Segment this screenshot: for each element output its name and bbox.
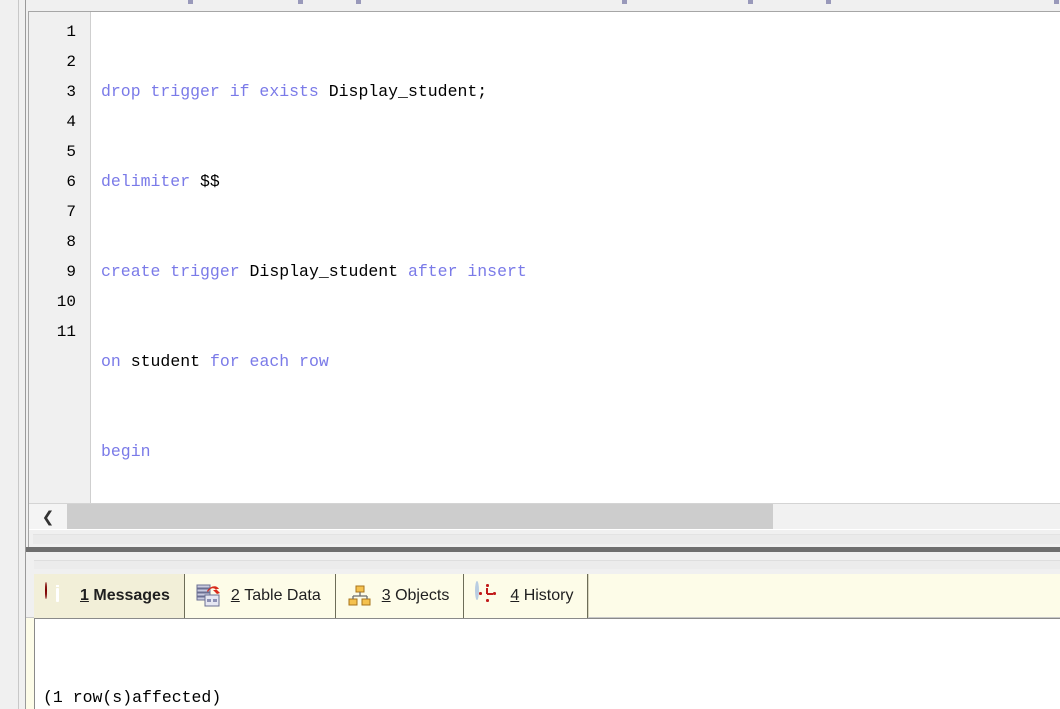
tabbar-left-gap: [26, 574, 34, 617]
toolbar-cutoff-strip: [26, 0, 1060, 11]
message-line: (1 row(s)affected): [43, 688, 222, 707]
line-number: 6: [66, 173, 76, 191]
line-number: 10: [56, 293, 76, 311]
code-text[interactable]: drop trigger if exists Display_student; …: [91, 12, 1060, 504]
result-panel: 1 Messages 2 Table Data 3 Objects 4 Hist…: [26, 552, 1060, 709]
code-area[interactable]: 1 2 3 4 5 6 7 8 9 10 11 drop trigger if …: [29, 12, 1060, 504]
line-number: 5: [66, 143, 76, 161]
scrollbar-track[interactable]: [67, 503, 1060, 530]
info-icon: [45, 582, 71, 609]
line-number: 1: [66, 23, 76, 41]
code-line[interactable]: create trigger Display_student after ins…: [101, 257, 1060, 287]
code-line[interactable]: drop trigger if exists Display_student;: [101, 77, 1060, 107]
editor-bottom-strip: [29, 529, 1060, 547]
line-number: 9: [66, 263, 76, 281]
tab-history-label: 4 History: [510, 587, 574, 604]
tab-messages[interactable]: 1 Messages: [34, 574, 185, 618]
line-number: 8: [66, 233, 76, 251]
tab-table-data[interactable]: 2 Table Data: [184, 574, 336, 618]
code-line[interactable]: on student for each row: [101, 347, 1060, 377]
line-number-gutter: 1 2 3 4 5 6 7 8 9 10 11: [29, 12, 91, 504]
scrollbar-thumb[interactable]: [67, 503, 773, 530]
line-number: 4: [66, 113, 76, 131]
line-number: 7: [66, 203, 76, 221]
history-clock-icon: [475, 581, 501, 609]
line-number: 11: [56, 323, 76, 341]
tab-objects[interactable]: 3 Objects: [335, 574, 465, 618]
line-number: 2: [66, 53, 76, 71]
sql-editor-pane[interactable]: 1 2 3 4 5 6 7 8 9 10 11 drop trigger if …: [28, 11, 1060, 547]
left-dock-divider: [18, 0, 19, 709]
table-data-icon: [196, 583, 222, 609]
objects-tree-icon: [347, 583, 373, 609]
line-number: 3: [66, 83, 76, 101]
sql-ide-window: 1 2 3 4 5 6 7 8 9 10 11 drop trigger if …: [0, 0, 1060, 709]
tab-objects-label: 3 Objects: [381, 587, 450, 604]
scroll-left-icon[interactable]: ❮: [29, 503, 67, 530]
tab-table-data-label: 2 Table Data: [230, 587, 321, 604]
left-dock-rail: [0, 0, 26, 709]
code-line[interactable]: delimiter $$: [101, 167, 1060, 197]
messages-output[interactable]: (1 row(s)affected) (0 ms taken): [34, 618, 1060, 709]
code-line[interactable]: begin: [101, 437, 1060, 467]
tab-history[interactable]: 4 History: [464, 574, 589, 618]
tabbar-filler: [588, 574, 1060, 617]
result-tab-bar[interactable]: 1 Messages 2 Table Data 3 Objects 4 Hist…: [26, 574, 1060, 618]
tab-messages-label: 1 Messages: [80, 587, 170, 604]
result-panel-top-strip: [26, 552, 1060, 574]
editor-horizontal-scrollbar[interactable]: ❮: [29, 503, 1060, 530]
